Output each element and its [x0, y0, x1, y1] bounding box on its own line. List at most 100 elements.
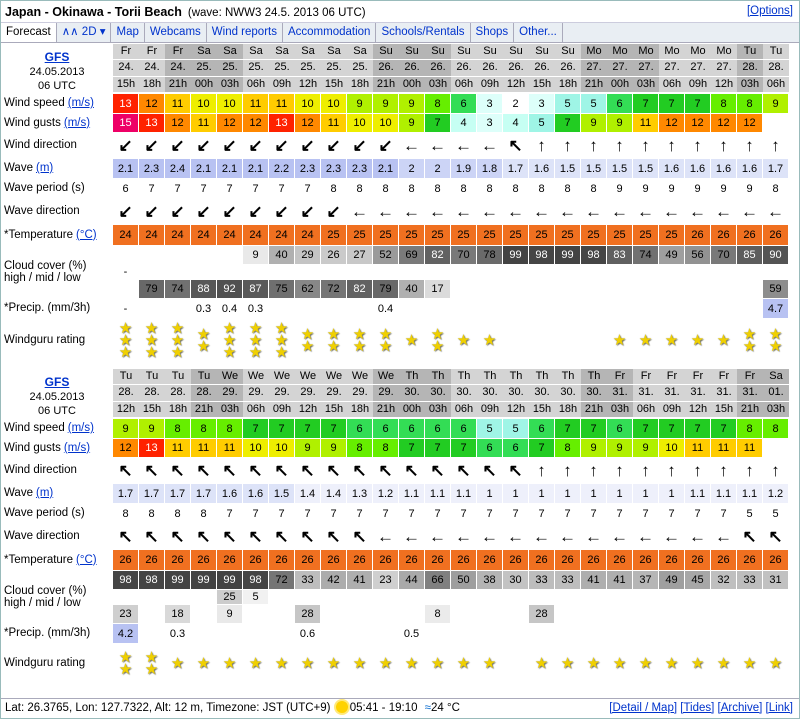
wind-gusts-cell: 13: [139, 113, 165, 132]
wind-speed-cell: 6: [373, 418, 399, 438]
tides-link[interactable]: [Tides]: [680, 702, 714, 714]
archive-link[interactable]: [Archive]: [718, 702, 763, 714]
precip-cell: [581, 623, 607, 643]
cloud-high-cell: 70: [451, 245, 477, 264]
wave-period-cell: 7: [503, 503, 529, 523]
row-label-text: Wave direction: [4, 530, 80, 542]
cloud-mid-cell: [659, 264, 685, 279]
header-date: 25.: [243, 60, 269, 77]
wave-arrow-icon: ←: [581, 523, 607, 549]
wind-speed-unit-link[interactable]: (m/s): [68, 97, 94, 109]
wave-period-cell: 9: [711, 178, 737, 198]
cloud-mid-cell: [503, 589, 529, 604]
header-day: Fr: [633, 369, 659, 386]
row-label: Wind direction: [1, 457, 113, 483]
header-hour: 03h: [633, 76, 659, 93]
precip-cell: [477, 623, 503, 643]
wave-arrow-icon: ←: [425, 198, 451, 224]
header-hour: 21h: [191, 401, 217, 418]
star-icon: ★: [222, 654, 237, 672]
temperature-unit-link[interactable]: (°C): [76, 554, 97, 566]
wave-unit-link[interactable]: (m): [36, 487, 53, 499]
star-icon: ★: [690, 654, 705, 672]
temperature-cell: 26: [685, 224, 711, 245]
wind-arrow-icon: ↙: [165, 132, 191, 158]
wind-arrow-icon: ↑: [711, 132, 737, 158]
wind-speed-cell: 6: [425, 418, 451, 438]
cloud-high-cell: 26: [321, 245, 347, 264]
cloud-low-cell: [503, 604, 529, 623]
wave-unit-link[interactable]: (m): [36, 162, 53, 174]
header-hour: 18h: [347, 401, 373, 418]
tab-schools-rentals[interactable]: Schools/Rentals: [376, 23, 471, 42]
row-label: Cloud cover (%) high / mid / low: [1, 245, 113, 298]
wind-gusts-cell: 10: [243, 438, 269, 457]
tab-2d[interactable]: ∧∧ 2D ▾: [57, 23, 112, 42]
wave-arrow-icon: ←: [581, 198, 607, 224]
precip-cell: [321, 298, 347, 318]
header-date: 26.: [451, 60, 477, 77]
header-day: Tu: [139, 369, 165, 386]
wind-speed-cell: 12: [139, 93, 165, 113]
detail-map-link[interactable]: [Detail / Map]: [609, 702, 677, 714]
cloud-high-cell: 99: [165, 570, 191, 589]
cloud-mid-cell: [503, 264, 529, 279]
tab-forecast[interactable]: Forecast: [1, 23, 57, 42]
wave-height-cell: 1.7: [113, 483, 139, 503]
cloud-high-cell: 98: [243, 570, 269, 589]
wind-arrow-icon: ↑: [737, 132, 763, 158]
precip-cell: -: [113, 298, 139, 318]
temperature-cell: 26: [269, 549, 295, 570]
model-link[interactable]: GFS: [45, 375, 70, 389]
options-link[interactable]: [Options]: [747, 5, 793, 17]
temperature-cell: 24: [191, 224, 217, 245]
header-date: 28.: [763, 60, 789, 77]
star-icon: ★: [430, 337, 445, 355]
wind-arrow-icon: ↖: [217, 457, 243, 483]
wind-arrow-icon: ↑: [581, 132, 607, 158]
tab-shops[interactable]: Shops: [471, 23, 515, 42]
wind-speed-cell: 6: [529, 418, 555, 438]
link-link[interactable]: [Link]: [766, 702, 794, 714]
wind-speed-cell: 7: [711, 418, 737, 438]
cloud-high-cell: 56: [685, 245, 711, 264]
header-hour: 12h: [503, 401, 529, 418]
precip-cell: [685, 298, 711, 318]
header-day: Th: [477, 369, 503, 386]
wave-period-cell: 8: [503, 178, 529, 198]
precip-cell: [139, 298, 165, 318]
wind-speed-cell: 7: [295, 418, 321, 438]
wind-speed-cell: 11: [243, 93, 269, 113]
wind-arrow-icon: ↙: [269, 132, 295, 158]
cloud-high-cell: 50: [451, 570, 477, 589]
wind-gusts-cell: 11: [685, 438, 711, 457]
tab-other[interactable]: Other...: [514, 23, 563, 42]
temperature-unit-link[interactable]: (°C): [76, 229, 97, 241]
tab-webcams[interactable]: Webcams: [145, 23, 207, 42]
header-day: Su: [399, 44, 425, 61]
wind-arrow-icon: ←: [399, 132, 425, 158]
wave-period-cell: 5: [763, 503, 789, 523]
wind-speed-unit-link[interactable]: (m/s): [68, 422, 94, 434]
cloud-label: Cloud cover (%): [4, 584, 87, 597]
tab-wind-reports[interactable]: Wind reports: [207, 23, 283, 42]
chart-icon: ∧∧: [61, 26, 79, 38]
tab-map[interactable]: Map: [111, 23, 145, 42]
wind-gusts-unit-link[interactable]: (m/s): [64, 442, 90, 454]
wind-gusts-unit-link[interactable]: (m/s): [64, 117, 90, 129]
header-date: 31.: [607, 385, 633, 402]
model-link[interactable]: GFS: [45, 50, 70, 64]
rating-cell: [529, 318, 555, 362]
rating-cell: ★ ★ ★: [165, 318, 191, 362]
wave-period-cell: 8: [191, 503, 217, 523]
wind-speed-cell: 5: [555, 93, 581, 113]
wind-speed-cell: 7: [555, 418, 581, 438]
cloud-low-cell: 74: [165, 279, 191, 298]
tab-accommodation[interactable]: Accommodation: [283, 23, 377, 42]
header-hour: 03h: [607, 401, 633, 418]
rating-cell: ★: [659, 643, 685, 683]
cloud-low-cell: [607, 279, 633, 298]
star-icon: ★: [300, 654, 315, 672]
wave-period-cell: 9: [737, 178, 763, 198]
title-bar: Japan - Okinawa - Torii Beach (wave: NWW3…: [1, 1, 799, 23]
